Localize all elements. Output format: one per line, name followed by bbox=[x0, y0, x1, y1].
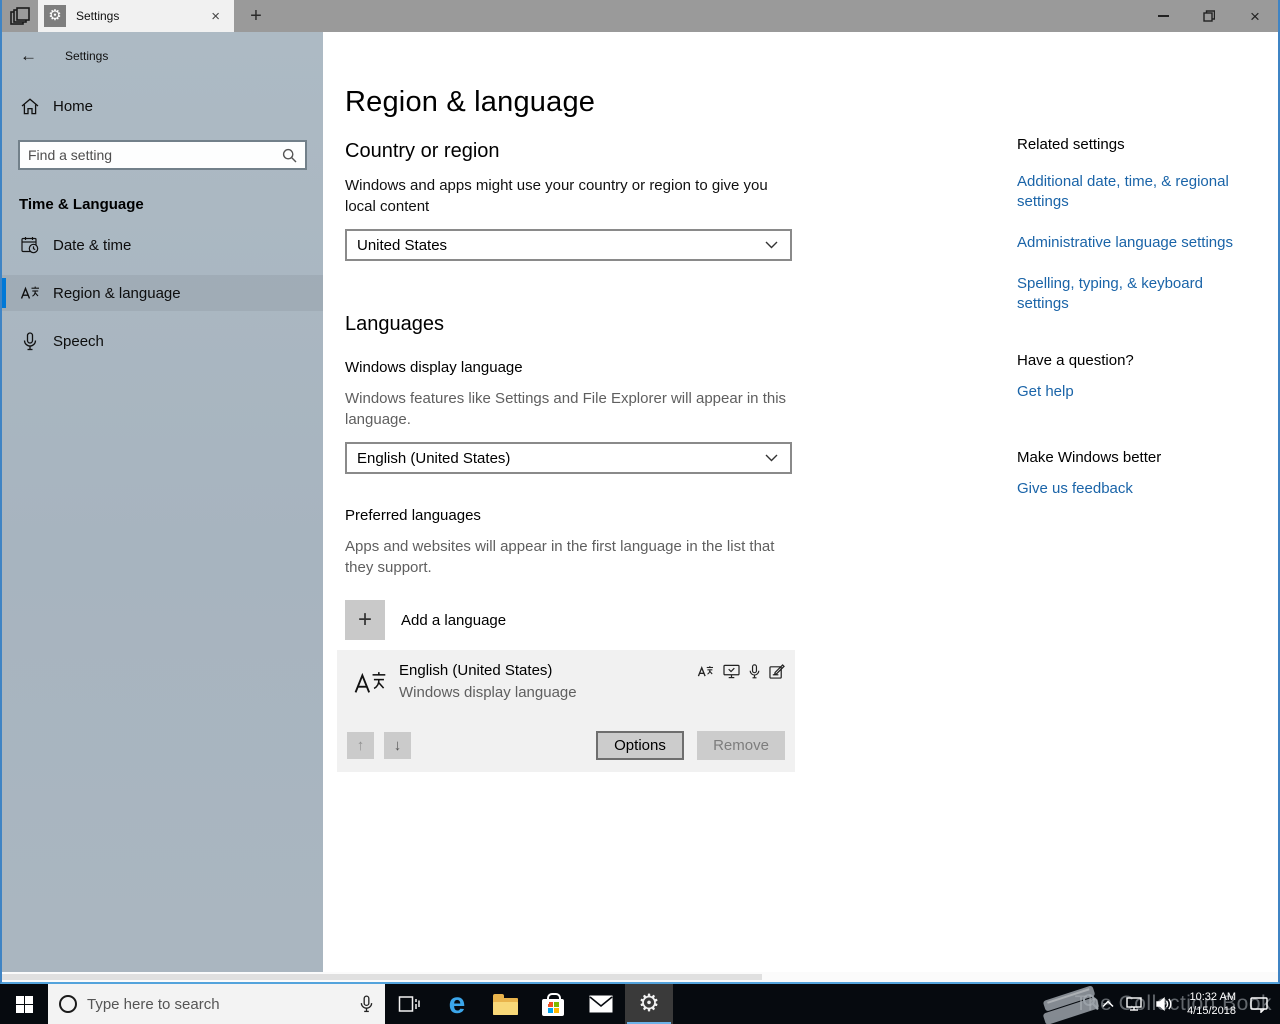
preferred-languages-description: Apps and websites will appear in the fir… bbox=[345, 538, 775, 576]
new-tab-button[interactable]: + bbox=[234, 0, 278, 32]
display-language-value: English (United States) bbox=[357, 449, 511, 467]
display-language-description: Windows features like Settings and File … bbox=[345, 390, 787, 428]
restore-button[interactable] bbox=[1186, 0, 1232, 32]
settings-window: ⚙ Settings × + × ← Settings Home Find a … bbox=[0, 0, 1280, 984]
remove-button[interactable]: Remove bbox=[697, 731, 785, 760]
region-language-icon bbox=[20, 284, 40, 302]
find-a-setting-search[interactable] bbox=[18, 140, 307, 170]
search-icon bbox=[278, 148, 305, 163]
sidebar-item-speech[interactable]: Speech bbox=[2, 323, 323, 359]
make-windows-better-heading: Make Windows better bbox=[1017, 449, 1162, 466]
edge-icon: e bbox=[448, 987, 466, 1020]
mail-icon bbox=[589, 995, 613, 1013]
clock-date: 4/15/2018 bbox=[1187, 1005, 1236, 1017]
settings-gear-icon: ⚙ bbox=[638, 990, 660, 1017]
taskbar-clock[interactable]: 10:32 AM 4/15/2018 bbox=[1183, 990, 1240, 1018]
back-arrow-icon[interactable]: ← bbox=[20, 46, 37, 66]
link-additional-date-time-regional[interactable]: Additional date, time, & regional settin… bbox=[1017, 172, 1252, 212]
handwriting-feature-icon bbox=[769, 664, 785, 679]
clock-time: 10:32 AM bbox=[1189, 991, 1236, 1003]
taskbar-store-button[interactable] bbox=[529, 984, 577, 1024]
taskbar-mail-button[interactable] bbox=[577, 984, 625, 1024]
arrow-down-icon: ↓ bbox=[393, 737, 402, 754]
page-title: Region & language bbox=[345, 86, 596, 118]
file-explorer-icon bbox=[492, 993, 518, 1015]
sidebar-app-title: Settings bbox=[65, 49, 109, 63]
desktop: ⚙ Settings × + × ← Settings Home Find a … bbox=[0, 0, 1280, 1024]
main-content: Region & language Country or region Wind… bbox=[323, 32, 1278, 972]
arrow-up-icon: ↑ bbox=[356, 737, 365, 754]
volume-icon[interactable] bbox=[1154, 996, 1175, 1012]
chevron-down-icon bbox=[753, 454, 790, 462]
scrollbar-thumb[interactable] bbox=[2, 974, 762, 980]
sidebar-item-date-time[interactable]: Date & time bbox=[2, 227, 323, 263]
taskbar-search[interactable] bbox=[48, 984, 385, 1024]
taskbar-file-explorer-button[interactable] bbox=[481, 984, 529, 1024]
store-icon bbox=[542, 992, 564, 1016]
horizontal-scrollbar[interactable] bbox=[2, 972, 1278, 982]
show-hidden-icons-button[interactable] bbox=[1100, 1000, 1116, 1008]
minimize-icon bbox=[1157, 15, 1169, 17]
cortana-icon bbox=[59, 995, 77, 1013]
titlebar-drag-area bbox=[278, 0, 1140, 32]
link-spelling-typing-keyboard[interactable]: Spelling, typing, & keyboard settings bbox=[1017, 274, 1252, 314]
restore-icon bbox=[1203, 10, 1215, 22]
preferred-languages-label: Preferred languages bbox=[345, 507, 481, 524]
tab-list-icon[interactable] bbox=[2, 0, 38, 32]
country-description: Windows and apps might use your country … bbox=[345, 177, 768, 215]
display-language-label: Windows display language bbox=[345, 359, 523, 376]
language-icon bbox=[353, 666, 387, 701]
language-list-item[interactable]: English (United States) Windows display … bbox=[337, 650, 795, 772]
speech-feature-icon bbox=[749, 664, 760, 679]
search-input[interactable] bbox=[20, 147, 278, 163]
sidebar: ← Settings Home Time & Language bbox=[2, 32, 323, 972]
language-subtitle: Windows display language bbox=[399, 684, 577, 701]
move-down-button[interactable]: ↓ bbox=[384, 732, 411, 759]
minimize-button[interactable] bbox=[1140, 0, 1186, 32]
start-button[interactable] bbox=[0, 984, 48, 1024]
tab-settings[interactable]: ⚙ Settings × bbox=[38, 0, 234, 32]
options-button[interactable]: Options bbox=[596, 731, 684, 760]
move-up-button[interactable]: ↑ bbox=[347, 732, 374, 759]
plus-icon: + bbox=[345, 600, 385, 640]
taskbar: e ⚙ The Collection Book bbox=[0, 984, 1280, 1024]
tab-title: Settings bbox=[76, 9, 120, 23]
taskbar-edge-button[interactable]: e bbox=[433, 984, 481, 1024]
taskbar-search-input[interactable] bbox=[87, 995, 348, 1013]
action-center-button[interactable] bbox=[1248, 996, 1274, 1013]
languages-heading: Languages bbox=[345, 313, 444, 335]
sidebar-group-title: Time & Language bbox=[19, 196, 144, 213]
sidebar-item-region-language[interactable]: Region & language bbox=[2, 275, 323, 311]
sidebar-item-home[interactable]: Home bbox=[2, 88, 323, 124]
network-icon[interactable] bbox=[1124, 996, 1146, 1012]
speech-mic-icon bbox=[20, 331, 40, 351]
country-heading: Country or region bbox=[345, 140, 500, 162]
search-mic-icon[interactable] bbox=[348, 995, 385, 1013]
selected-indicator bbox=[2, 278, 6, 308]
related-settings-heading: Related settings bbox=[1017, 136, 1125, 153]
country-value: United States bbox=[357, 236, 448, 254]
get-help-link[interactable]: Get help bbox=[1017, 382, 1252, 402]
home-icon bbox=[20, 97, 40, 115]
give-us-feedback-link[interactable]: Give us feedback bbox=[1017, 479, 1252, 499]
display-language-dropdown[interactable]: English (United States) bbox=[345, 442, 792, 474]
display-language-feature-icon bbox=[697, 664, 714, 679]
link-administrative-language[interactable]: Administrative language settings bbox=[1017, 233, 1252, 253]
chevron-down-icon bbox=[753, 241, 790, 249]
titlebar: ⚙ Settings × + × bbox=[2, 0, 1278, 32]
country-dropdown[interactable]: United States bbox=[345, 229, 792, 261]
tab-close-icon[interactable]: × bbox=[205, 8, 226, 25]
windows-logo-icon bbox=[15, 995, 33, 1013]
taskbar-settings-button[interactable]: ⚙ bbox=[625, 984, 673, 1024]
app-language-feature-icon bbox=[723, 664, 740, 679]
task-view-button[interactable] bbox=[385, 984, 433, 1024]
add-language-button[interactable]: + Add a language bbox=[345, 600, 795, 640]
language-name: English (United States) bbox=[399, 662, 553, 679]
task-view-icon bbox=[398, 996, 420, 1012]
close-button[interactable]: × bbox=[1232, 0, 1278, 32]
date-time-icon bbox=[20, 236, 40, 254]
have-a-question-heading: Have a question? bbox=[1017, 352, 1134, 369]
settings-tab-gear-icon: ⚙ bbox=[44, 5, 66, 27]
